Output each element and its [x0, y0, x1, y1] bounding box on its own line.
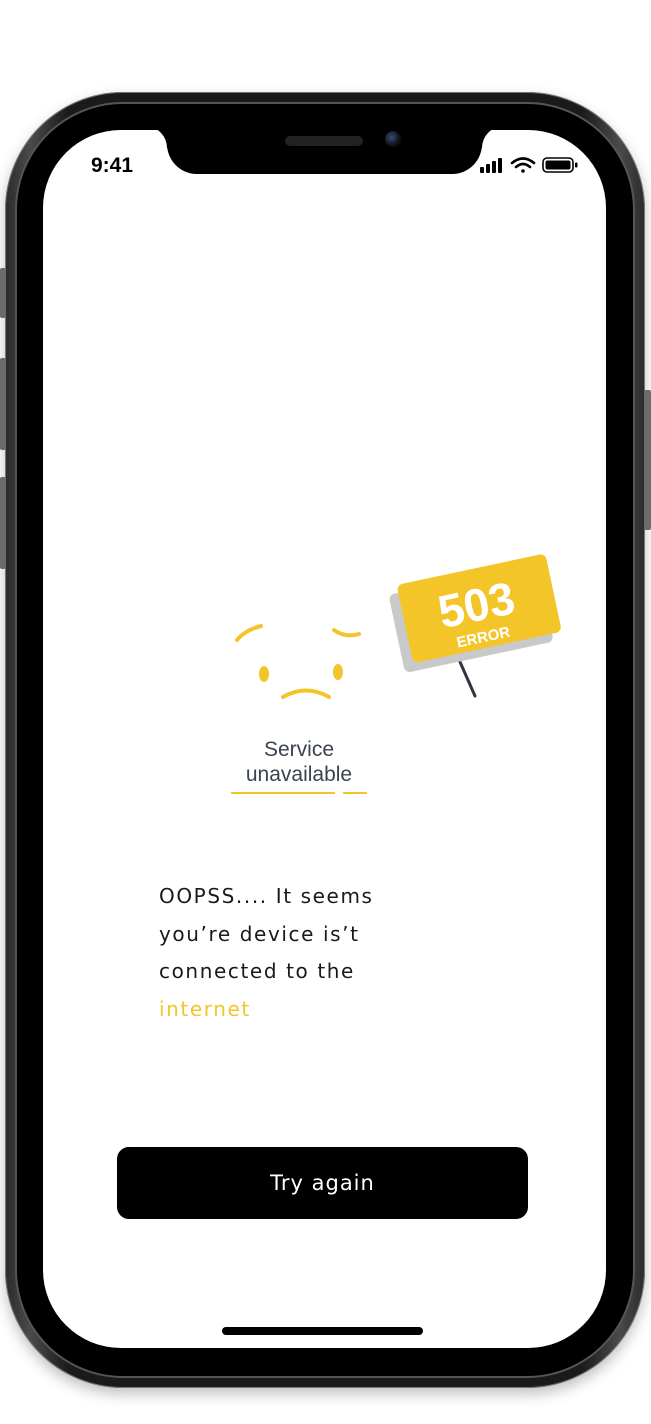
front-camera [385, 131, 401, 147]
caption-unavailable: unavailable [246, 763, 352, 786]
message-line-1: OOPSS.... It seems [159, 884, 374, 908]
home-indicator[interactable] [222, 1327, 423, 1335]
caption-service: Service [264, 738, 334, 761]
status-icons [480, 157, 578, 173]
battery-icon [542, 157, 578, 173]
try-again-label: Try again [270, 1171, 375, 1195]
message-line-2: you’re device is’t [159, 921, 360, 946]
try-again-button[interactable]: Try again [117, 1147, 528, 1219]
volume-up-button [0, 358, 6, 450]
service-unavailable-illustration: 503 ERROR Service unavailable [231, 554, 561, 794]
message-line-3: connected to the [159, 959, 355, 983]
sad-face-icon [235, 624, 361, 699]
notch [167, 130, 482, 174]
error-sign: 503 ERROR [389, 554, 561, 698]
phone-screen: 9:41 503 ERROR Service unavailable OOPSS… [43, 130, 606, 1348]
status-time: 9:41 [91, 154, 134, 177]
signal-icon [480, 158, 502, 173]
message-highlight-internet: internet [159, 996, 251, 1021]
power-button [644, 390, 651, 530]
error-message: OOPSS.... It seems you’re device is’t co… [159, 878, 439, 1028]
volume-down-button [0, 477, 6, 569]
wifi-icon [510, 157, 536, 173]
speaker-grille [285, 136, 363, 146]
mute-switch [0, 268, 6, 318]
